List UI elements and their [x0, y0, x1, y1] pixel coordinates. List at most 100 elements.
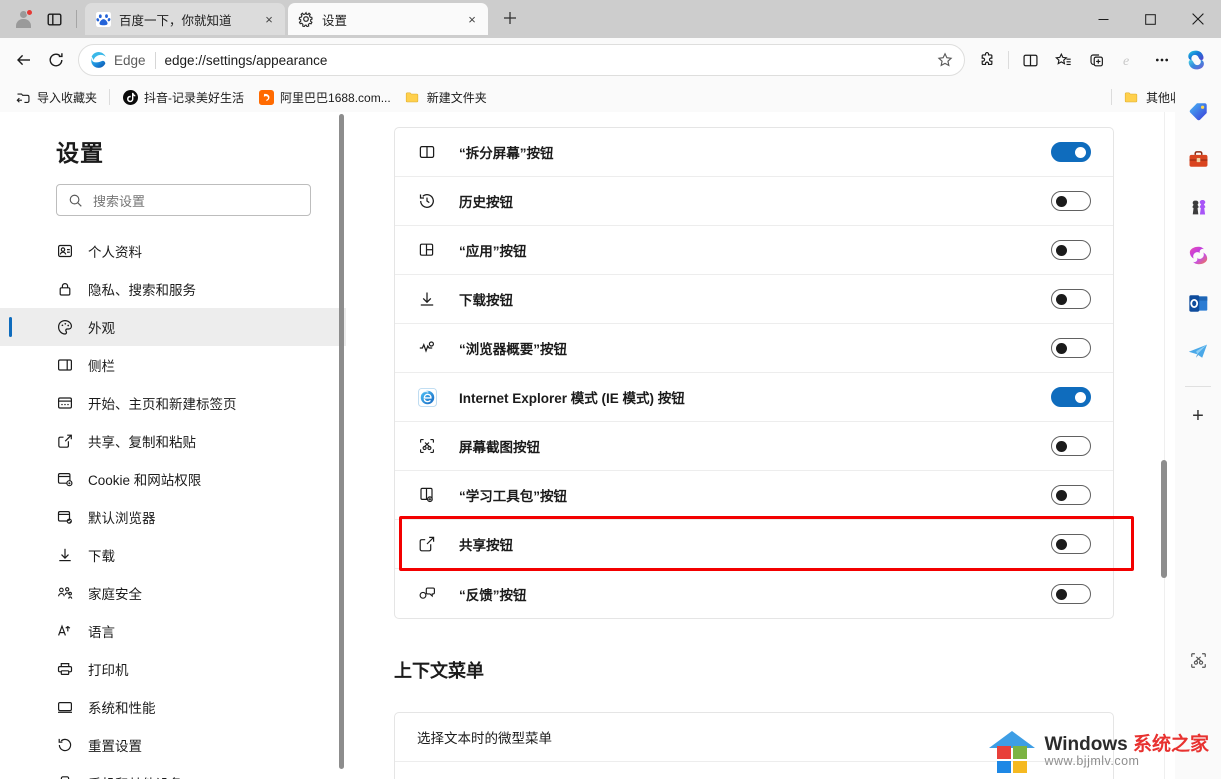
profile-button[interactable] — [8, 4, 38, 34]
toggle-switch[interactable] — [1051, 338, 1091, 358]
toggle-switch[interactable] — [1051, 485, 1091, 505]
edge-icon — [89, 51, 107, 69]
shopping-icon[interactable] — [1181, 94, 1215, 128]
tab-search-icon[interactable] — [40, 5, 68, 33]
copilot-icon[interactable] — [1179, 43, 1213, 77]
minimize-button[interactable] — [1080, 0, 1127, 38]
split-screen-icon[interactable] — [1014, 44, 1046, 76]
tools-icon[interactable] — [1181, 142, 1215, 176]
sidebar-item-label: 共享、复制和粘贴 — [88, 435, 196, 450]
maximize-button[interactable] — [1127, 0, 1174, 38]
sidebar-item-phone-devices[interactable]: 手机和其他设备 — [0, 764, 346, 779]
setting-row-split-screen[interactable]: “拆分屏幕”按钮 — [395, 128, 1113, 177]
sidebar-item-downloads[interactable]: 下载 — [0, 536, 346, 574]
favorite-star-icon[interactable] — [932, 47, 958, 73]
share-icon — [56, 432, 74, 450]
navigation-toolbar: Edge edge://settings/appearance e — [0, 38, 1221, 82]
setting-row-learning-tools[interactable]: “学习工具包”按钮 — [395, 471, 1113, 520]
content-scrollbar-thumb[interactable] — [1161, 460, 1167, 578]
bookmark-import[interactable]: 导入收藏夹 — [8, 85, 104, 109]
sidebar-item-profile[interactable]: 个人资料 — [0, 232, 346, 270]
setting-row-downloads[interactable]: 下载按钮 — [395, 275, 1113, 324]
toggle-switch[interactable] — [1051, 583, 1091, 604]
sidebar-item-label: 外观 — [88, 321, 115, 336]
new-tab-button[interactable] — [495, 3, 525, 33]
setting-row-browser-essentials[interactable]: “浏览器概要”按钮 — [395, 324, 1113, 373]
toggle-switch[interactable] — [1051, 142, 1091, 162]
sidebar-item-family-safety[interactable]: 家庭安全 — [0, 574, 346, 612]
toggle-switch[interactable] — [1051, 534, 1091, 554]
cookie-icon — [56, 470, 74, 488]
microsoft365-icon[interactable] — [1181, 238, 1215, 272]
extensions-icon[interactable] — [971, 44, 1003, 76]
telegram-icon[interactable] — [1181, 334, 1215, 368]
settings-nav-list: 个人资料 隐私、搜索和服务 外观 侧栏 开始、主页和新建标签页 共享、复制和粘贴… — [0, 232, 346, 779]
toggle-switch[interactable] — [1051, 289, 1091, 309]
learning-tools-icon — [417, 485, 437, 505]
sidebar-item-reset-settings[interactable]: 重置设置 — [0, 726, 346, 764]
setting-row-ie-mode[interactable]: Internet Explorer 模式 (IE 模式) 按钮 — [395, 373, 1113, 422]
sidebar-scrollbar-thumb[interactable] — [339, 114, 344, 769]
sidebar-item-share-copy-paste[interactable]: 共享、复制和粘贴 — [0, 422, 346, 460]
bookmarks-divider — [1110, 89, 1112, 105]
bookmark-label: 抖音-记录美好生活 — [144, 90, 245, 105]
bookmark-item[interactable]: 阿里巴巴1688.com... — [251, 85, 398, 109]
sidebar-item-system-performance[interactable]: 系统和性能 — [0, 688, 346, 726]
setting-row-share[interactable]: 共享按钮 — [395, 520, 1113, 569]
browser-tab[interactable]: 百度一下，你就知道 × — [85, 3, 285, 35]
close-icon[interactable]: × — [259, 9, 279, 29]
sidebar-item-label: Cookie 和网站权限 — [88, 473, 202, 488]
back-button[interactable] — [8, 44, 40, 76]
close-icon[interactable]: × — [462, 9, 482, 29]
toggle-switch[interactable] — [1051, 436, 1091, 456]
search-placeholder: 搜索设置 — [93, 193, 146, 209]
page-title: 设置 — [56, 140, 104, 166]
download-icon — [417, 289, 437, 309]
bookmark-item[interactable]: 抖音-记录美好生活 — [115, 85, 251, 109]
sidebar-item-label: 侧栏 — [88, 359, 115, 374]
bookmark-folder[interactable]: 新建文件夹 — [398, 85, 494, 109]
toggle-switch[interactable] — [1051, 191, 1091, 211]
setting-row-history[interactable]: 历史按钮 — [395, 177, 1113, 226]
share-icon — [417, 534, 437, 554]
setting-row-screenshot[interactable]: 屏幕截图按钮 — [395, 422, 1113, 471]
folder-icon — [1124, 89, 1140, 105]
sidebar-item-default-browser[interactable]: 默认浏览器 — [0, 498, 346, 536]
close-button[interactable] — [1174, 0, 1221, 38]
browser-tab[interactable]: 设置 × — [288, 3, 488, 35]
browser-window: 百度一下，你就知道 × 设置 × Edge edge://settings/ap… — [0, 0, 1221, 779]
toggle-switch[interactable] — [1051, 387, 1091, 407]
search-settings-input[interactable]: 搜索设置 — [56, 184, 311, 216]
setting-row-placeholder — [395, 762, 1113, 779]
setting-row-apps[interactable]: “应用”按钮 — [395, 226, 1113, 275]
games-icon[interactable] — [1181, 190, 1215, 224]
edgebar-divider — [1185, 386, 1211, 387]
setting-label: 下载按钮 — [459, 293, 513, 308]
reset-icon — [56, 736, 74, 754]
sidebar-item-label: 默认浏览器 — [88, 511, 156, 526]
screenshot-icon[interactable] — [1181, 643, 1215, 677]
sidebar-item-appearance[interactable]: 外观 — [0, 308, 346, 346]
settings-more-icon[interactable] — [1146, 44, 1178, 76]
add-sidebar-app-button[interactable]: + — [1181, 399, 1215, 433]
setting-row-mini-menu[interactable]: 选择文本时的微型菜单 — [395, 713, 1113, 762]
sidebar-item-cookies[interactable]: Cookie 和网站权限 — [0, 460, 346, 498]
sidebar-item-printers[interactable]: 打印机 — [0, 650, 346, 688]
content-scrollbar[interactable] — [1160, 112, 1169, 779]
favorites-icon[interactable] — [1047, 44, 1079, 76]
sidebar-item-privacy[interactable]: 隐私、搜索和服务 — [0, 270, 346, 308]
address-input[interactable]: edge://settings/appearance — [165, 53, 925, 68]
sidebar-item-languages[interactable]: 语言 — [0, 612, 346, 650]
address-bar[interactable]: Edge edge://settings/appearance — [78, 44, 965, 76]
lock-icon — [56, 280, 74, 298]
toggle-switch[interactable] — [1051, 240, 1091, 260]
setting-label: “反馈”按钮 — [459, 587, 527, 603]
setting-row-feedback[interactable]: “反馈”按钮 — [395, 569, 1113, 618]
bookmarks-bar: 导入收藏夹 抖音-记录美好生活 阿里巴巴1688.com... 新建文件夹 — [0, 82, 1221, 112]
sidebar-item-start-home-newtab[interactable]: 开始、主页和新建标签页 — [0, 384, 346, 422]
sidebar-scrollbar[interactable] — [338, 114, 345, 774]
sidebar-item-sidebar[interactable]: 侧栏 — [0, 346, 346, 384]
refresh-button[interactable] — [40, 44, 72, 76]
outlook-icon[interactable] — [1181, 286, 1215, 320]
collections-icon[interactable] — [1080, 44, 1112, 76]
